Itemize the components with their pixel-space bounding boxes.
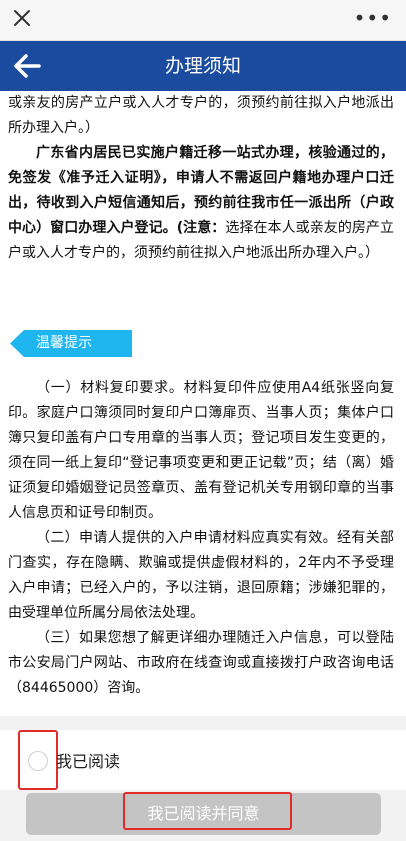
app-header: 办理须知	[0, 41, 406, 91]
radio-highlight	[18, 730, 58, 790]
browser-top-bar: •••	[0, 0, 406, 41]
notice-paragraph: 广东省内居民已实施户籍迁移一站式办理，核验通过的，免签发《准予迁入证明》，申请人…	[8, 141, 394, 266]
footer: 我已阅读 我已阅读并同意	[0, 716, 406, 841]
tip-label: 温馨提示	[10, 330, 132, 357]
notice-item: （二）申请人提供的入户申请材料应真实有效。经有关部门查实，存在隐瞒、欺骗或提供虚…	[8, 530, 394, 621]
notice-item: （三）如果您想了解更详细办理随迁入户信息，可以登陆市公安局门户网站、市政府在线查…	[8, 630, 394, 696]
agree-row[interactable]: 我已阅读	[0, 730, 406, 790]
notice-content: 或亲友的房产立户或入人才专户的，须预约前往拟入户地派出所办理入户。） 广东省内居…	[0, 91, 406, 716]
tip-label-text: 温馨提示	[36, 335, 92, 351]
page-title: 办理须知	[164, 55, 241, 77]
agree-label: 我已阅读	[56, 752, 121, 771]
agree-radio[interactable]	[28, 751, 48, 771]
notice-paragraph: 或亲友的房产立户或入人才专户的，须预约前往拟入户地派出所办理入户。）	[8, 95, 394, 136]
submit-highlight	[123, 792, 292, 830]
notice-item: （一）材料复印要求。材料复印件应使用A4纸张竖向复印。家庭户口簿须同时复印户口簿…	[8, 380, 394, 521]
close-icon[interactable]	[10, 6, 34, 30]
more-icon[interactable]: •••	[354, 8, 392, 28]
